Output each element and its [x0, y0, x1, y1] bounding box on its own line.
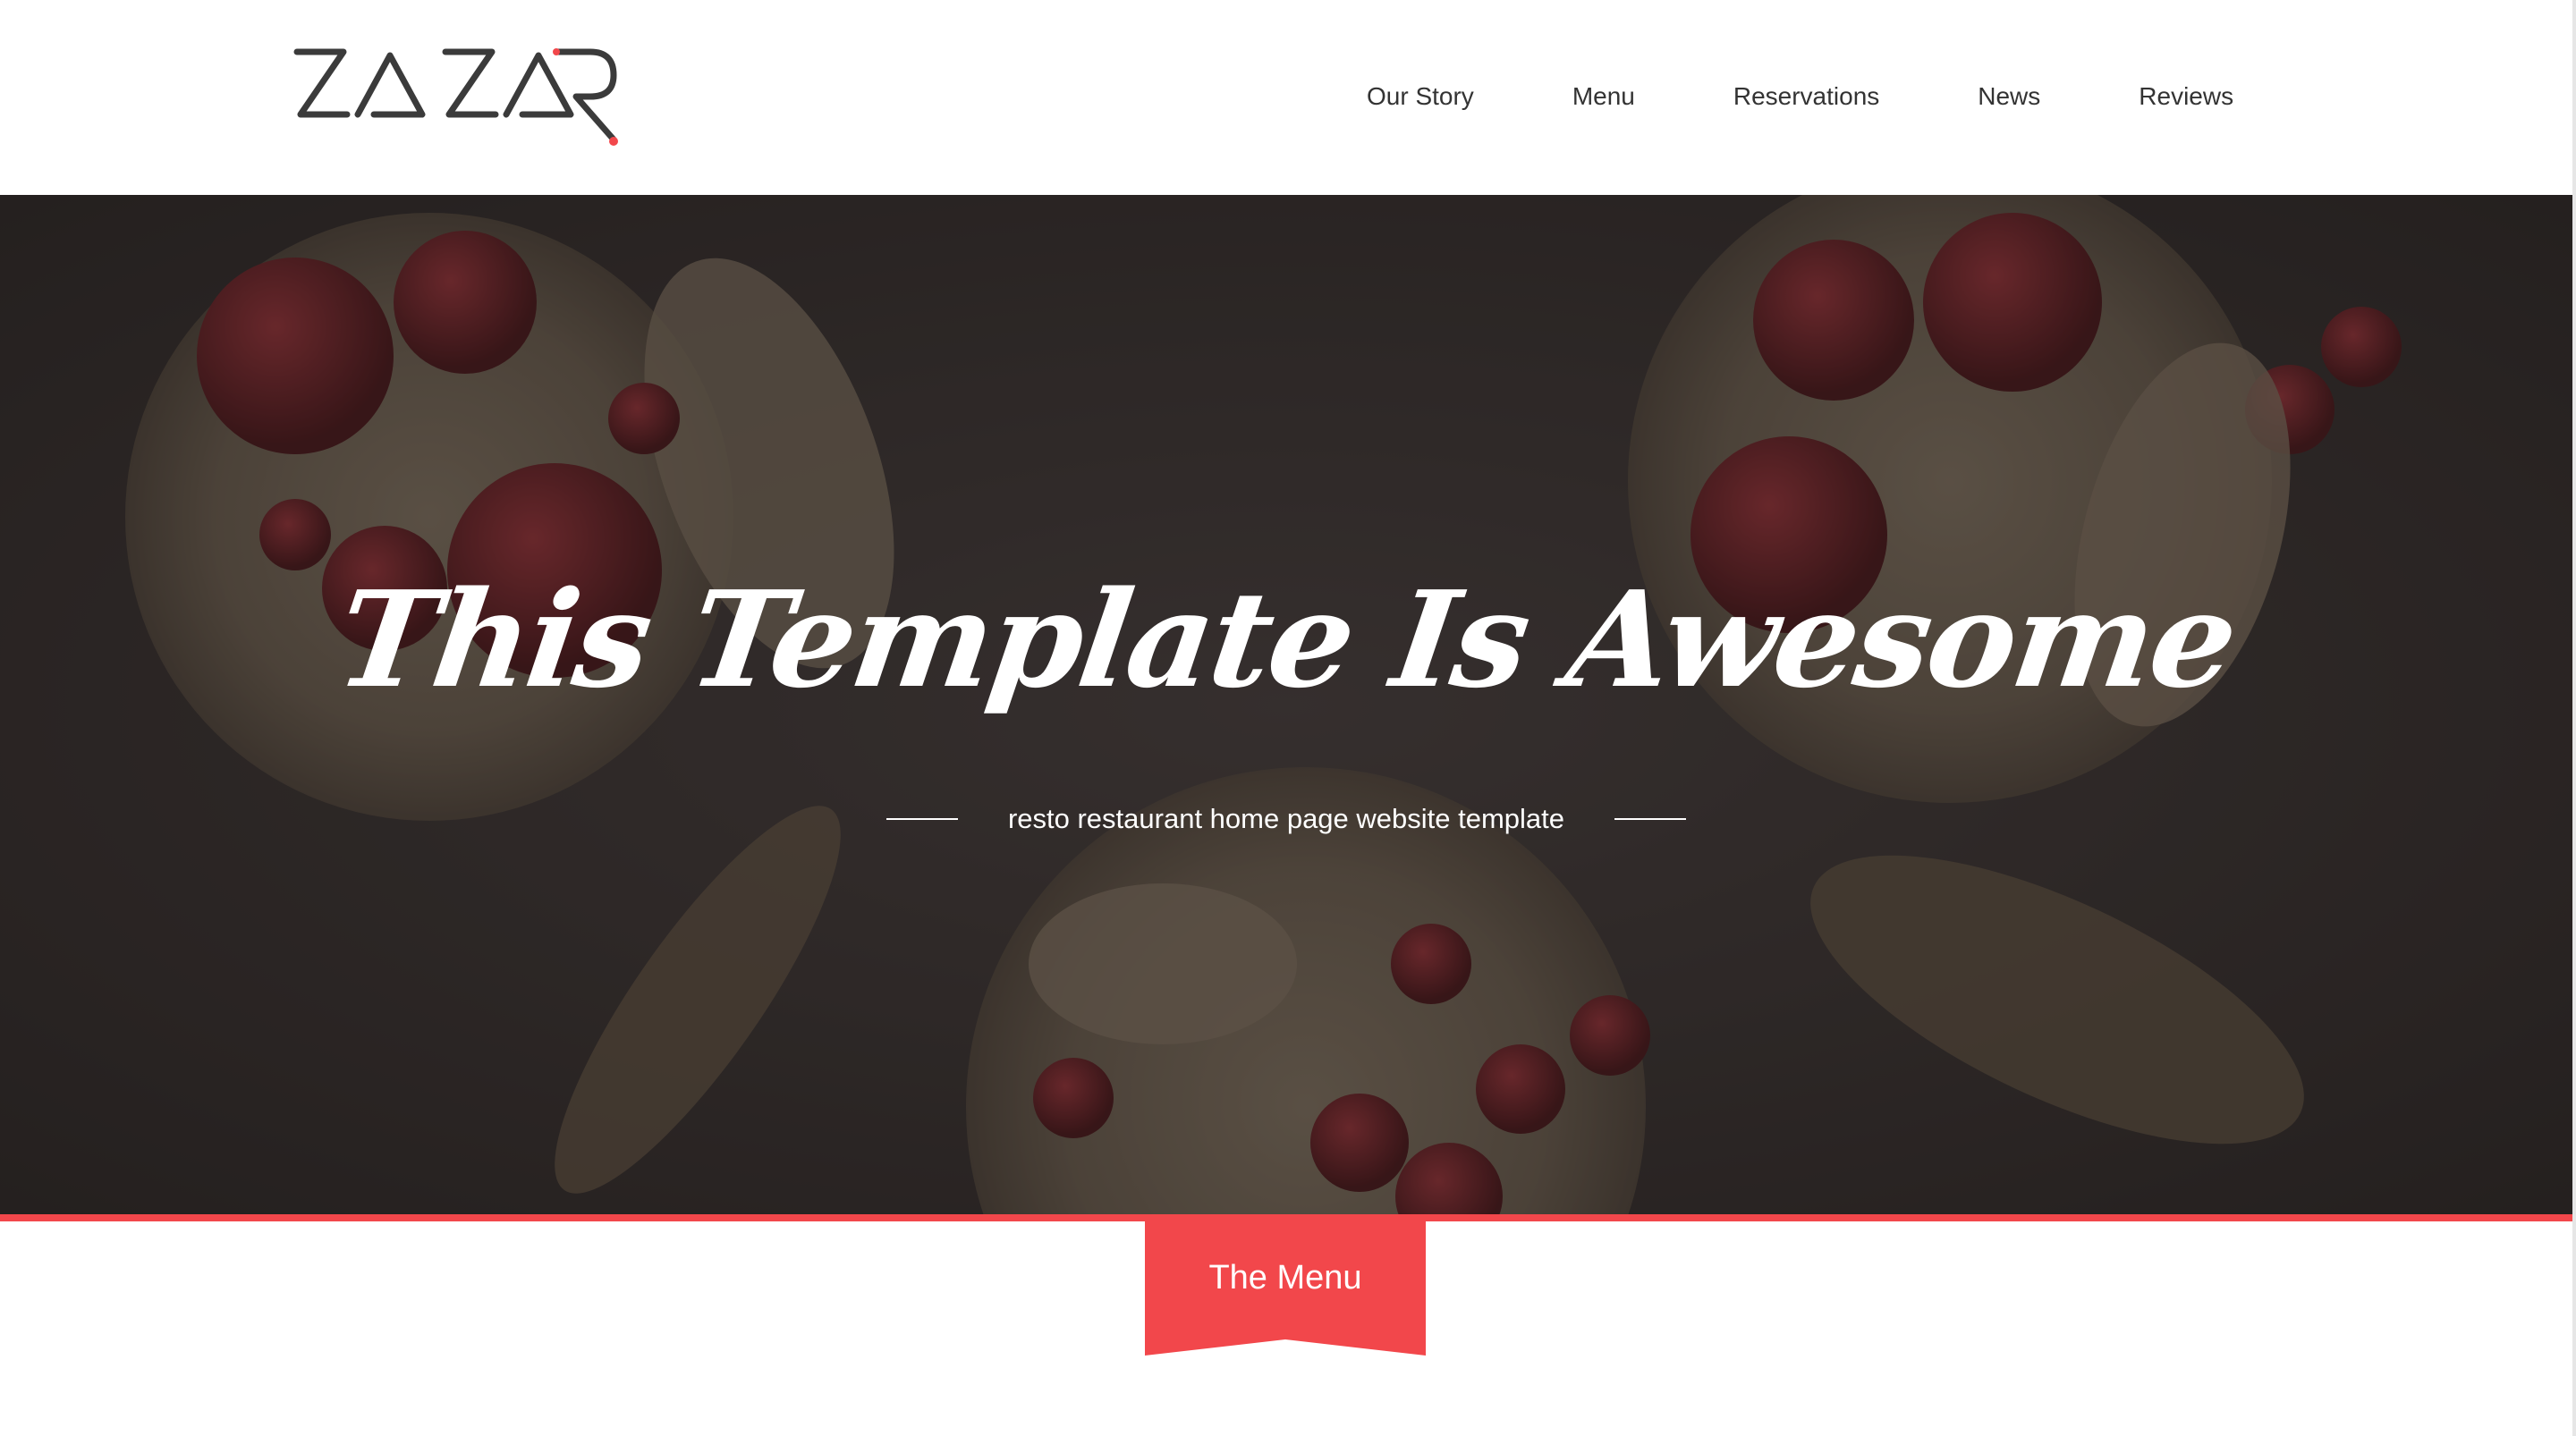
hero-banner: This Template Is Awesome resto restauran…: [0, 195, 2572, 1216]
logo[interactable]: [288, 43, 628, 150]
logo-mark: [293, 48, 618, 146]
menu-ribbon-tab[interactable]: The Menu: [1145, 1220, 1426, 1357]
nav-reservations[interactable]: Reservations: [1733, 82, 1879, 111]
page-content: Our Story Menu Reservations News Reviews: [0, 0, 2572, 1436]
nav-reviews[interactable]: Reviews: [2139, 82, 2233, 111]
hero-subtitle: resto restaurant home page website templ…: [1007, 803, 1565, 834]
nav-news[interactable]: News: [1978, 82, 2040, 111]
site-header: Our Story Menu Reservations News Reviews: [0, 0, 2572, 195]
subtitle-rule-left: [886, 818, 958, 820]
hero-subtitle-row: resto restaurant home page website templ…: [0, 799, 2572, 839]
window-edge: [2572, 0, 2576, 1436]
menu-ribbon-label: The Menu: [1208, 1259, 1362, 1297]
nav-menu[interactable]: Menu: [1572, 82, 1635, 111]
subtitle-rule-right: [1614, 818, 1687, 820]
nav-our-story[interactable]: Our Story: [1367, 82, 1474, 111]
hero-title: This Template Is Awesome: [327, 562, 2245, 717]
main-nav: Our Story Menu Reservations News Reviews: [1367, 79, 2233, 114]
page: Our Story Menu Reservations News Reviews: [0, 0, 2576, 1436]
